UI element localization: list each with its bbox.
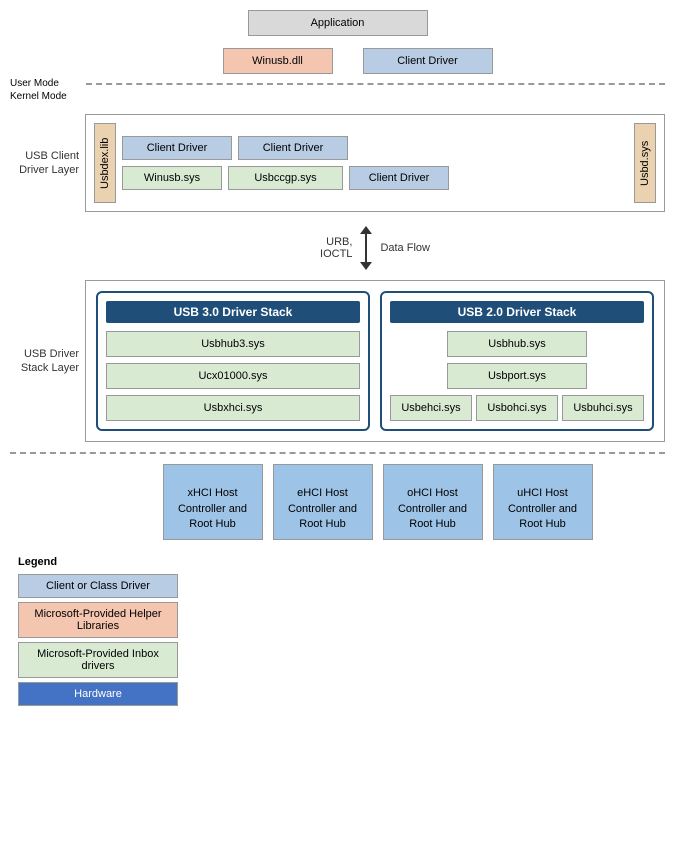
arrow-line <box>365 234 367 262</box>
client-driver3-box: Client Driver <box>349 166 449 190</box>
usb-driver-stack-layer-label: USB Driver Stack Layer <box>10 280 85 442</box>
client-driver-outer-box: Usbdex.lib Client Driver Client Driver <box>85 114 665 212</box>
bottom-dashed-line <box>10 452 665 454</box>
ehci-box: eHCI Host Controller and Root Hub <box>273 464 373 540</box>
usbhub3-box: Usbhub3.sys <box>106 331 360 357</box>
usb-client-section: USB Client Driver Layer Usbdex.lib Clien… <box>10 110 665 216</box>
usbuhci-box: Usbuhci.sys <box>562 395 644 421</box>
legend-client-driver: Client or Class Driver <box>18 574 178 598</box>
client-driver1-box: Client Driver <box>122 136 232 160</box>
usbohci-box: Usbohci.sys <box>476 395 558 421</box>
usb20-title: USB 2.0 Driver Stack <box>390 301 644 323</box>
usb20-items: Usbhub.sys Usbport.sys Usbehci.sys U <box>390 331 644 421</box>
ohci-box: oHCI Host Controller and Root Hub <box>383 464 483 540</box>
data-flow-label: Data Flow <box>380 242 430 254</box>
usbxhci-box: Usbxhci.sys <box>106 395 360 421</box>
arrow-down <box>360 262 372 270</box>
usbccgp-sys-box: Usbccgp.sys <box>228 166 343 190</box>
client-center: Client Driver Client Driver Winusb.sys U… <box>122 136 628 190</box>
client-driver-usermode-box: Client Driver <box>363 48 493 74</box>
legend-title: Legend <box>18 556 665 568</box>
ucx01000-box: Ucx01000.sys <box>106 363 360 389</box>
urb-ioctl-label: URB, IOCTL <box>320 236 352 260</box>
user-mode-dashed-line <box>86 83 665 85</box>
user-mode-divider: User Mode Kernel Mode <box>10 78 665 102</box>
usbd-sys-box: Usbd.sys <box>634 123 656 203</box>
double-arrow <box>360 226 372 270</box>
client-driver2-box: Client Driver <box>238 136 348 160</box>
usb-client-layer-label: USB Client Driver Layer <box>10 110 85 216</box>
xhci-box: xHCI Host Controller and Root Hub <box>163 464 263 540</box>
host-ctrl-row: xHCI Host Controller and Root Hub eHCI H… <box>10 464 665 540</box>
legend-items: Client or Class Driver Microsoft-Provide… <box>18 574 178 706</box>
legend-section: Legend Client or Class Driver Microsoft-… <box>10 556 665 706</box>
uhci-box: uHCI Host Controller and Root Hub <box>493 464 593 540</box>
client-top-row: Client Driver Client Driver <box>122 136 628 160</box>
usb30-stack-box: USB 3.0 Driver Stack Usbhub3.sys Ucx0100… <box>96 291 370 431</box>
arrow-up <box>360 226 372 234</box>
legend-inbox-drivers: Microsoft-Provided Inbox drivers <box>18 642 178 678</box>
application-row: Application <box>10 10 665 36</box>
client-driver-inner: Usbdex.lib Client Driver Client Driver <box>94 123 656 203</box>
usb20-stack-box: USB 2.0 Driver Stack Usbhub.sys Usbport.… <box>380 291 654 431</box>
diagram-container: Application Winusb.dll Client Driver Use… <box>0 0 675 716</box>
driver-stack-section: USB Driver Stack Layer USB 3.0 Driver St… <box>10 280 665 442</box>
winusb-dll-box: Winusb.dll <box>223 48 333 74</box>
usbport-box: Usbport.sys <box>447 363 587 389</box>
winusb-sys-box: Winusb.sys <box>122 166 222 190</box>
usbhub-box: Usbhub.sys <box>447 331 587 357</box>
usbdex-lib-box: Usbdex.lib <box>94 123 116 203</box>
application-box: Application <box>248 10 428 36</box>
usb20-bottom-row: Usbehci.sys Usbohci.sys Usbuhci.sys <box>390 395 644 421</box>
user-mode-row: Winusb.dll Client Driver <box>10 48 665 74</box>
usb30-items: Usbhub3.sys Ucx01000.sys Usbxhci.sys <box>106 331 360 421</box>
arrow-section: URB, IOCTL Data Flow <box>10 226 665 270</box>
stacks-container: USB 3.0 Driver Stack Usbhub3.sys Ucx0100… <box>85 280 665 442</box>
application-label: Application <box>311 17 365 29</box>
usbehci-box: Usbehci.sys <box>390 395 472 421</box>
legend-helper-libraries: Microsoft-Provided Helper Libraries <box>18 602 178 638</box>
kernel-mode-label: Kernel Mode <box>10 91 80 102</box>
usb30-title: USB 3.0 Driver Stack <box>106 301 360 323</box>
client-bottom-row: Winusb.sys Usbccgp.sys Client Driver <box>122 166 628 190</box>
user-mode-label: User Mode <box>10 78 80 89</box>
legend-hardware: Hardware <box>18 682 178 706</box>
